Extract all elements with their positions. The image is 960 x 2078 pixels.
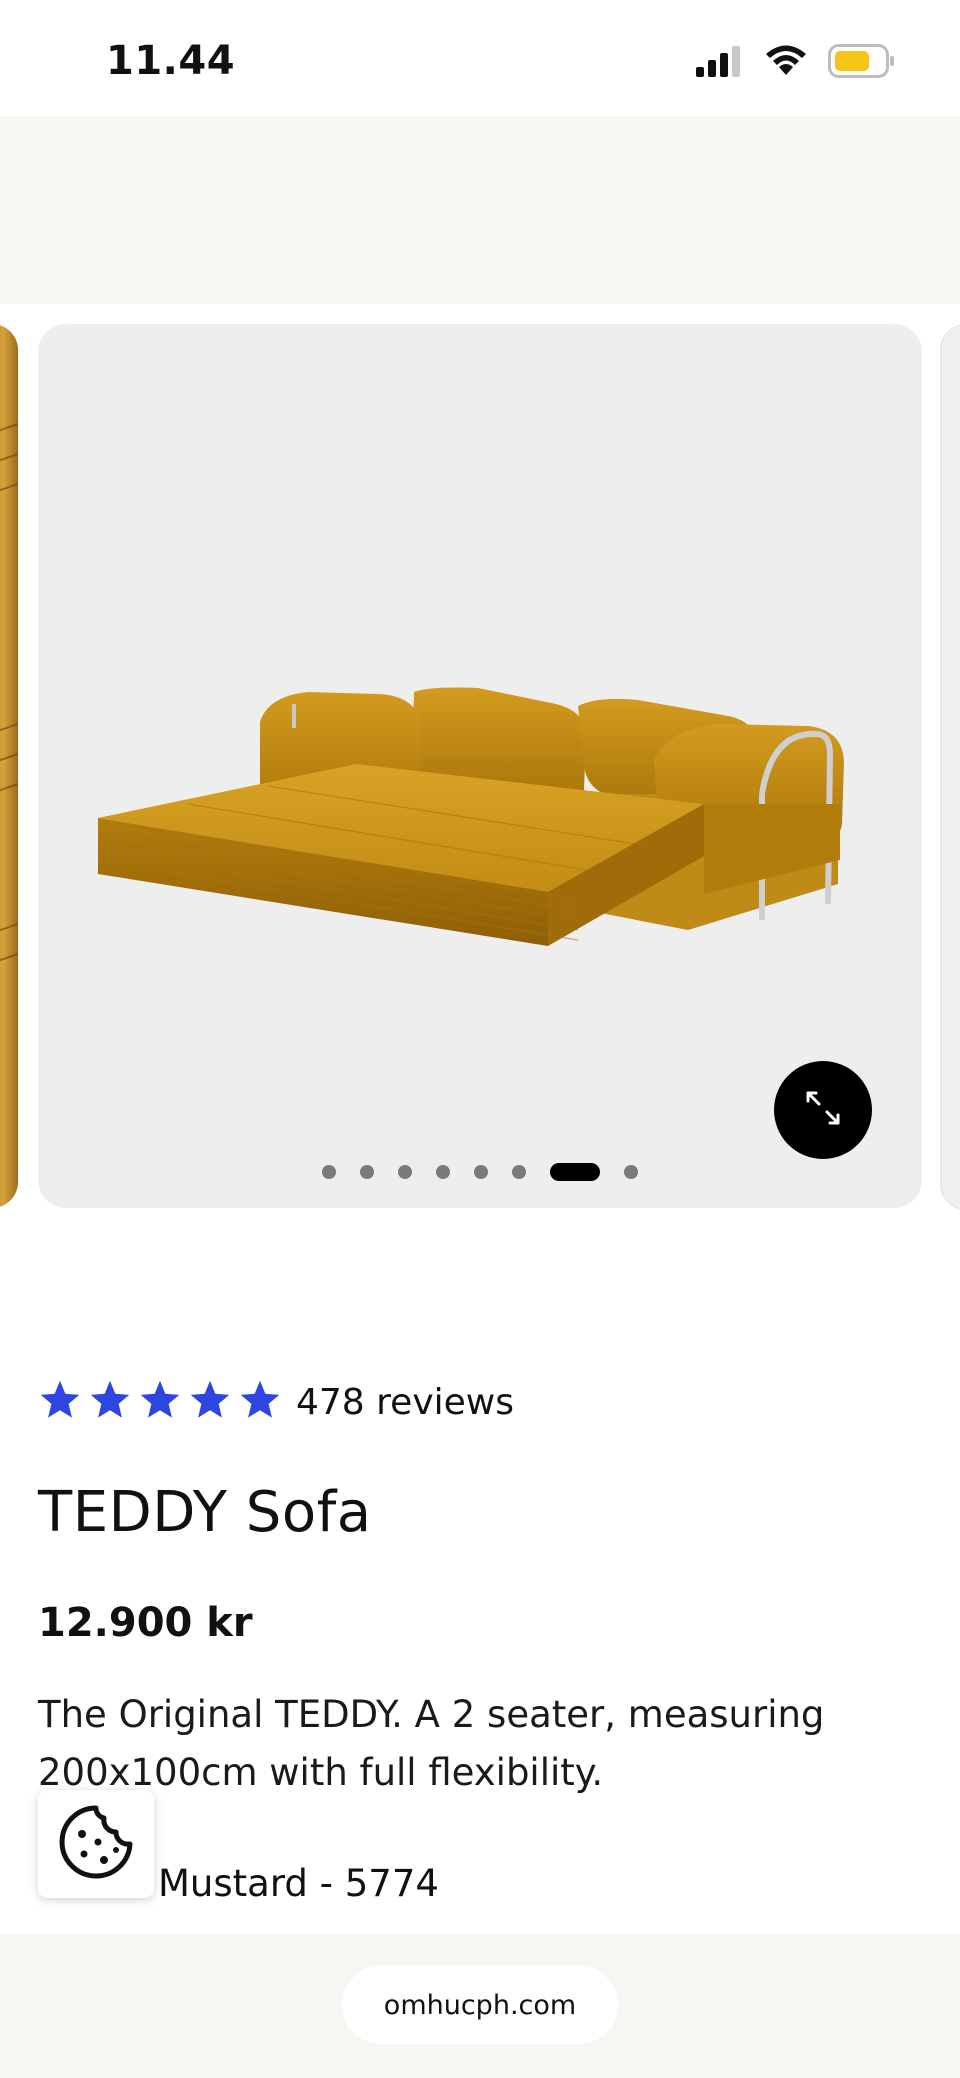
gallery-dot-5[interactable]	[474, 1165, 488, 1179]
star-icon	[88, 1378, 132, 1426]
wifi-icon	[764, 45, 808, 81]
url-text: omhucph.com	[383, 1989, 577, 2021]
gallery-current-slide[interactable]	[38, 324, 922, 1208]
gallery-dot-8[interactable]	[624, 1165, 638, 1179]
gallery-previous-slide[interactable]	[0, 324, 18, 1208]
product-description: The Original TEDDY. A 2 seater, measurin…	[38, 1693, 825, 1794]
product-color-value: Mustard - 5774	[158, 1862, 439, 1905]
rating-stars	[38, 1378, 282, 1426]
top-banner-area	[0, 116, 960, 304]
star-icon	[38, 1378, 82, 1426]
gallery-dot-4[interactable]	[436, 1165, 450, 1179]
url-bar[interactable]: omhucph.com	[342, 1966, 618, 2044]
battery-icon	[828, 44, 896, 82]
product-gallery[interactable]	[0, 304, 960, 1234]
star-icon	[188, 1378, 232, 1426]
gallery-dot-6[interactable]	[512, 1165, 526, 1179]
product-rating[interactable]: 478 reviews	[38, 1378, 514, 1426]
product-title: TEDDY Sofa	[38, 1480, 372, 1545]
gallery-dot-3[interactable]	[398, 1165, 412, 1179]
gallery-dot-2[interactable]	[360, 1165, 374, 1179]
gallery-next-slide[interactable]	[940, 324, 960, 1210]
status-bar: 11.44	[0, 0, 960, 116]
gallery-dot-1[interactable]	[322, 1165, 336, 1179]
signal-icon	[696, 45, 744, 81]
status-time: 11.44	[106, 38, 236, 84]
reviews-count[interactable]: 478 reviews	[296, 1382, 514, 1423]
gallery-dot-7-active[interactable]	[550, 1163, 600, 1181]
expand-image-button[interactable]	[774, 1061, 872, 1159]
product-price: 12.900 kr	[38, 1600, 253, 1646]
cookie-settings-button[interactable]	[38, 1790, 154, 1898]
star-icon	[138, 1378, 182, 1426]
cookie-icon	[56, 1802, 136, 1886]
expand-arrows-icon	[804, 1089, 842, 1131]
gallery-pagination	[38, 1162, 922, 1182]
status-icons	[696, 44, 896, 82]
browser-bottom-bar: omhucph.com	[0, 1934, 960, 2078]
star-icon	[238, 1378, 282, 1426]
